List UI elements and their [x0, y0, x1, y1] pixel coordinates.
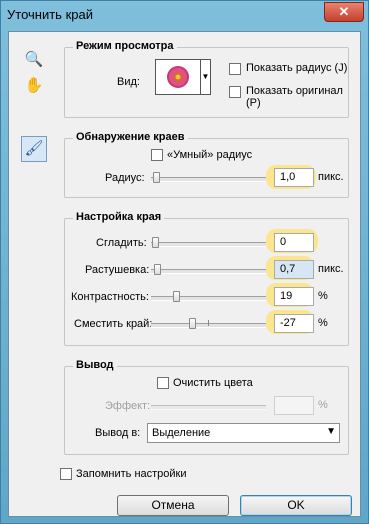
- contrast-label: Контрастность:: [71, 291, 149, 303]
- feather-slider[interactable]: [151, 269, 266, 274]
- remember-settings-checkbox[interactable]: [60, 468, 72, 480]
- view-label: Вид:: [117, 76, 140, 88]
- show-original-checkbox[interactable]: [229, 86, 241, 98]
- adjust-edge-legend: Настройка края: [73, 211, 165, 223]
- shift-edge-center-tick: [208, 320, 209, 326]
- zoom-tool-icon[interactable]: 🔍: [23, 49, 45, 71]
- smooth-label: Сгладить:: [96, 237, 147, 249]
- refine-edge-dialog: Уточнить край ✕ 🔍 ✋ 🖌 Режим просмотра Ви…: [0, 0, 369, 524]
- dialog-body: 🔍 ✋ 🖌 Режим просмотра Вид: ▼ Показать ра…: [8, 31, 361, 517]
- remember-settings-label: Запомнить настройки: [76, 468, 187, 480]
- edge-detection-group: Обнаружение краев «Умный» радиус Радиус:…: [64, 131, 349, 198]
- smooth-slider[interactable]: [151, 242, 266, 247]
- output-to-label: Вывод в:: [95, 427, 141, 439]
- window-title: Уточнить край: [7, 7, 93, 22]
- smart-radius-checkbox[interactable]: [151, 149, 163, 161]
- show-radius-label: Показать радиус (J): [246, 62, 348, 74]
- radius-slider[interactable]: [151, 177, 266, 182]
- edge-detection-legend: Обнаружение краев: [73, 131, 188, 143]
- amount-slider: [151, 405, 266, 410]
- shift-edge-input[interactable]: -27: [274, 314, 314, 333]
- contrast-slider[interactable]: [151, 296, 266, 301]
- output-to-value: Выделение: [152, 427, 211, 439]
- adjust-edge-group: Настройка края Сгладить: 0 Растушевка: 0…: [64, 211, 349, 346]
- flower-thumbnail-icon: [167, 66, 189, 88]
- hand-tool-icon[interactable]: ✋: [23, 75, 45, 97]
- radius-slider-thumb[interactable]: [153, 172, 160, 183]
- output-to-select[interactable]: Выделение ▼: [147, 423, 340, 443]
- smooth-slider-thumb[interactable]: [152, 237, 159, 248]
- ok-button[interactable]: OK: [240, 495, 352, 516]
- feather-slider-thumb[interactable]: [154, 264, 161, 275]
- shift-edge-label: Сместить край:: [74, 318, 153, 330]
- feather-unit: пикс.: [318, 263, 344, 275]
- feather-input[interactable]: 0,7: [274, 260, 314, 279]
- radius-input[interactable]: 1,0: [274, 168, 314, 187]
- close-button[interactable]: ✕: [324, 2, 364, 22]
- radius-unit: пикс.: [318, 171, 344, 183]
- smooth-input[interactable]: 0: [274, 233, 314, 252]
- contrast-input[interactable]: 19: [274, 287, 314, 306]
- amount-input: [274, 396, 314, 415]
- amount-label: Эффект:: [105, 400, 151, 412]
- cancel-button[interactable]: Отмена: [117, 495, 229, 516]
- feather-label: Растушевка:: [85, 264, 150, 276]
- title-bar[interactable]: Уточнить край ✕: [1, 1, 368, 31]
- view-mode-legend: Режим просмотра: [73, 40, 177, 52]
- decontaminate-label: Очистить цвета: [173, 377, 253, 389]
- view-mode-group: Режим просмотра Вид: ▼ Показать радиус (…: [64, 40, 349, 118]
- radius-label: Радиус:: [105, 172, 145, 184]
- output-legend: Вывод: [73, 359, 117, 371]
- decontaminate-checkbox[interactable]: [157, 377, 169, 389]
- shift-edge-unit: %: [318, 317, 328, 329]
- amount-unit: %: [318, 399, 328, 411]
- view-preview-thumbnail[interactable]: [155, 59, 201, 95]
- smart-radius-label: «Умный» радиус: [167, 149, 253, 161]
- view-dropdown-arrow[interactable]: ▼: [201, 59, 211, 95]
- refine-radius-brush-icon[interactable]: 🖌: [21, 136, 47, 162]
- contrast-unit: %: [318, 290, 328, 302]
- contrast-slider-thumb[interactable]: [173, 291, 180, 302]
- show-radius-checkbox[interactable]: [229, 63, 241, 75]
- chevron-down-icon: ▼: [326, 426, 336, 437]
- shift-edge-slider-thumb[interactable]: [189, 318, 196, 329]
- output-group: Вывод Очистить цвета Эффект: % Вывод в: …: [64, 359, 349, 455]
- show-original-label: Показать оригинал (P): [246, 85, 343, 109]
